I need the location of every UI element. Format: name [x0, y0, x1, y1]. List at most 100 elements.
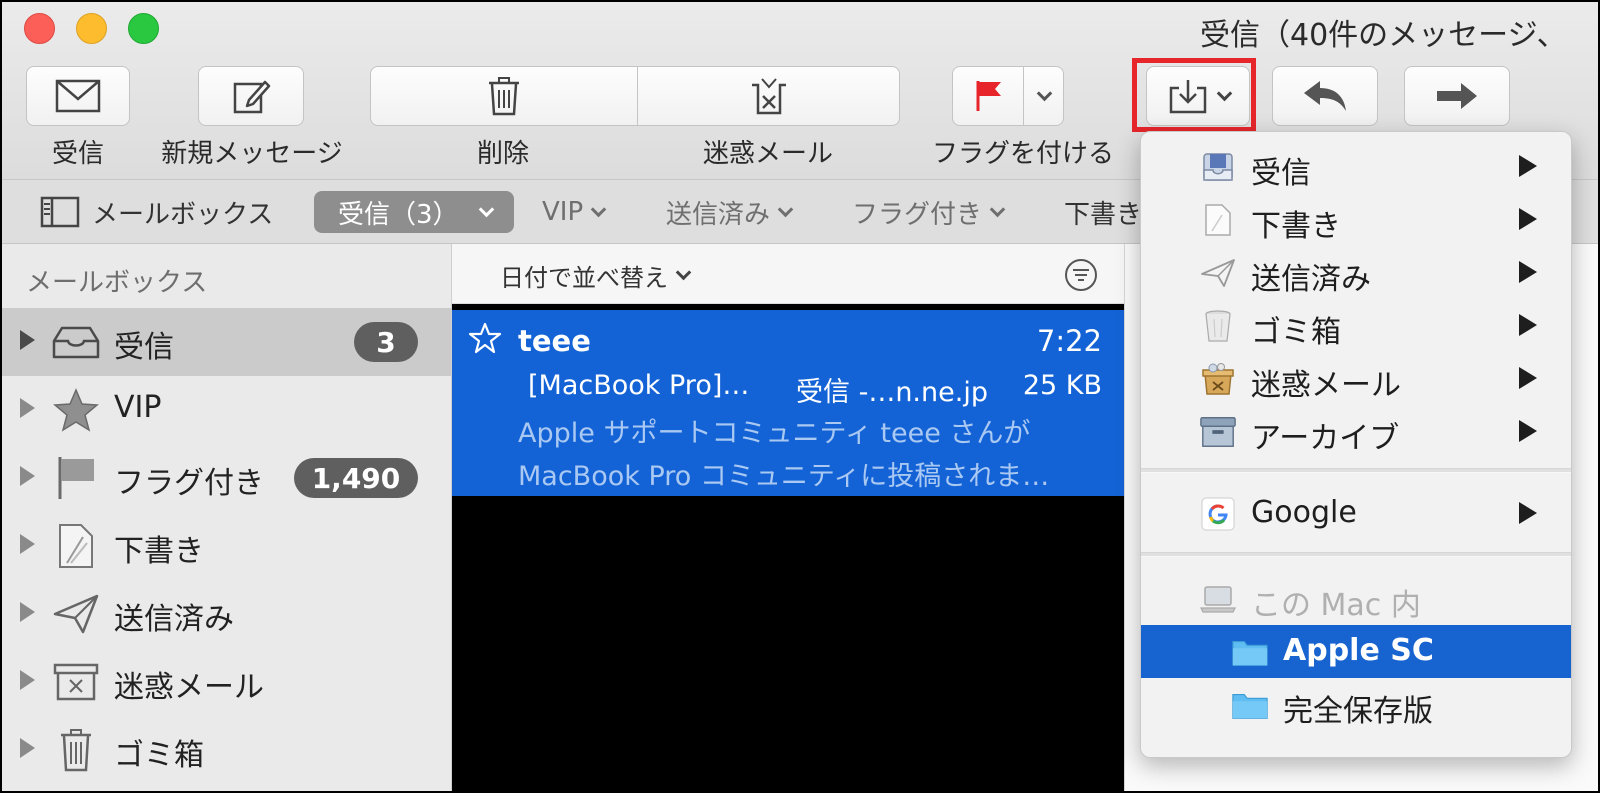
favorite-drafts[interactable]: 下書き	[1064, 193, 1142, 231]
sidebar-item-inbox[interactable]: 受信 3	[2, 308, 451, 376]
folder-icon	[1231, 633, 1269, 671]
sidebar-item-label: VIP	[114, 390, 162, 425]
flagged-count-badge: 1,490	[294, 458, 418, 498]
menu-item-google-account[interactable]: Google	[1141, 487, 1571, 540]
draft-page-icon	[1199, 201, 1237, 239]
sidebar-item-flagged[interactable]: フラグ付き 1,490	[2, 444, 451, 512]
chevron-down-icon	[1036, 85, 1052, 101]
menu-item-label: 完全保存版	[1283, 694, 1433, 729]
message-row[interactable]: teee 7:22 [MacBook Pro]… 受信 -…n.ne.jp 25…	[452, 310, 1124, 496]
submenu-arrow-icon	[1519, 502, 1537, 524]
show-mailboxes-button[interactable]: メールボックス	[40, 193, 273, 231]
reply-button[interactable]	[1272, 66, 1378, 126]
menu-item-trash[interactable]: ゴミ箱	[1141, 299, 1571, 352]
sidebar-item-label: ゴミ箱	[114, 738, 204, 773]
menu-item-label: アーカイブ	[1251, 421, 1400, 456]
menu-item-label: 送信済み	[1251, 262, 1371, 297]
compose-button[interactable]	[198, 66, 304, 126]
zoom-window-button[interactable]	[128, 13, 159, 44]
favorite-inbox[interactable]: 受信（3）	[314, 191, 514, 233]
unread-count-badge: 3	[354, 322, 418, 362]
sidebar-item-label: 受信	[114, 330, 174, 365]
compose-label: 新規メッセージ	[161, 139, 343, 169]
sidebar-item-junk[interactable]: 迷惑メール	[2, 648, 451, 716]
menu-separator	[1141, 552, 1571, 557]
disclosure-triangle-icon[interactable]	[20, 670, 35, 690]
disclosure-triangle-icon[interactable]	[20, 466, 35, 486]
delete-label: 削除	[476, 139, 529, 169]
sidebar-toggle-icon	[40, 196, 80, 228]
menu-separator	[1141, 468, 1571, 473]
menu-item-archive[interactable]: アーカイブ	[1141, 405, 1571, 458]
favorite-flagged-label: フラグ付き	[852, 199, 983, 230]
forward-button[interactable]	[1404, 66, 1510, 126]
move-to-menu: 受信 下書き 送信済み ゴミ箱 迷惑メール アーカイブ Google この Ma…	[1140, 131, 1572, 758]
message-subject: [MacBook Pro]…	[528, 370, 750, 401]
disclosure-triangle-icon[interactable]	[20, 602, 35, 622]
red-flag-icon	[976, 81, 1001, 111]
favorite-sent[interactable]: 送信済み	[666, 193, 794, 231]
sidebar-item-label: 下書き	[114, 534, 204, 569]
favorite-sent-label: 送信済み	[666, 199, 771, 230]
message-list: 日付で並べ替え teee 7:22 [MacBook Pro]… 受信 -…n.…	[452, 244, 1124, 791]
get-mail-button[interactable]	[26, 66, 130, 126]
menu-item-folder-kanzen-hozonban[interactable]: 完全保存版	[1141, 678, 1571, 731]
favorite-vip[interactable]: VIP	[542, 193, 607, 231]
disclosure-triangle-icon[interactable]	[20, 398, 35, 418]
archive-box-icon	[1199, 413, 1237, 451]
get-mail-label: 受信	[51, 139, 104, 169]
star-outline-icon[interactable]	[468, 322, 502, 354]
trash-icon	[489, 77, 519, 116]
disclosure-triangle-icon[interactable]	[20, 330, 35, 350]
minimize-window-button[interactable]	[76, 13, 107, 44]
close-window-button[interactable]	[24, 13, 55, 44]
sort-bar: 日付で並べ替え	[452, 244, 1124, 304]
flag-button[interactable]	[953, 67, 1023, 125]
filter-icon[interactable]	[1064, 258, 1098, 292]
menu-item-junk[interactable]: 迷惑メール	[1141, 352, 1571, 405]
sidebar-item-trash[interactable]: ゴミ箱	[2, 716, 451, 784]
message-time: 7:22	[1036, 324, 1102, 358]
submenu-arrow-icon	[1519, 314, 1537, 336]
menu-item-folder-apple-sc[interactable]: Apple SC	[1141, 625, 1571, 678]
sidebar-item-label: 迷惑メール	[114, 670, 264, 705]
menu-item-label: 下書き	[1251, 209, 1341, 244]
disclosure-triangle-icon[interactable]	[20, 534, 35, 554]
flag-icon	[50, 452, 102, 504]
chevron-down-icon	[478, 201, 494, 217]
menu-item-sent[interactable]: 送信済み	[1141, 246, 1571, 299]
draft-icon	[50, 520, 102, 572]
message-size: 25 KB	[1022, 370, 1102, 401]
trash-can-icon	[1199, 307, 1237, 345]
junk-icon	[752, 78, 786, 115]
chevron-down-icon	[590, 201, 607, 217]
forward-arrow-icon	[1437, 83, 1477, 109]
menu-item-label: ゴミ箱	[1251, 315, 1341, 350]
submenu-arrow-icon	[1519, 208, 1537, 230]
sidebar-item-sent[interactable]: 送信済み	[2, 580, 451, 648]
sidebar-item-vip[interactable]: VIP	[2, 376, 451, 444]
menu-item-label: Apple SC	[1283, 633, 1434, 668]
junk-box-icon	[1199, 360, 1237, 398]
delete-button[interactable]	[371, 67, 637, 125]
flag-dropdown-button[interactable]	[1024, 67, 1064, 125]
menu-item-label: 迷惑メール	[1251, 368, 1401, 403]
submenu-arrow-icon	[1519, 155, 1537, 177]
favorite-flagged[interactable]: フラグ付き	[852, 193, 1006, 231]
mail-window: 受信（40件のメッセージ、 受信 新規メッセージ 削除 迷惑メール フラグを付け…	[0, 0, 1600, 793]
message-preview: Apple サポートコミュニティ teee さんが MacBook Pro コミ…	[518, 412, 1049, 498]
flag-label: フラグを付ける	[931, 139, 1114, 169]
paper-plane-icon	[1199, 254, 1237, 292]
sidebar-item-drafts[interactable]: 下書き	[2, 512, 451, 580]
envelope-icon	[55, 79, 101, 113]
paper-plane-icon	[50, 588, 102, 640]
menu-item-inbox[interactable]: 受信	[1141, 140, 1571, 193]
google-g-icon	[1199, 495, 1237, 533]
highlight-box	[1132, 58, 1256, 132]
disclosure-triangle-icon[interactable]	[20, 738, 35, 758]
sidebar-item-label: フラグ付き	[114, 466, 264, 501]
menu-item-drafts[interactable]: 下書き	[1141, 193, 1571, 246]
menu-item-label: 受信	[1251, 156, 1311, 191]
junk-button[interactable]	[638, 67, 900, 125]
sort-menu-button[interactable]: 日付で並べ替え	[500, 258, 692, 293]
